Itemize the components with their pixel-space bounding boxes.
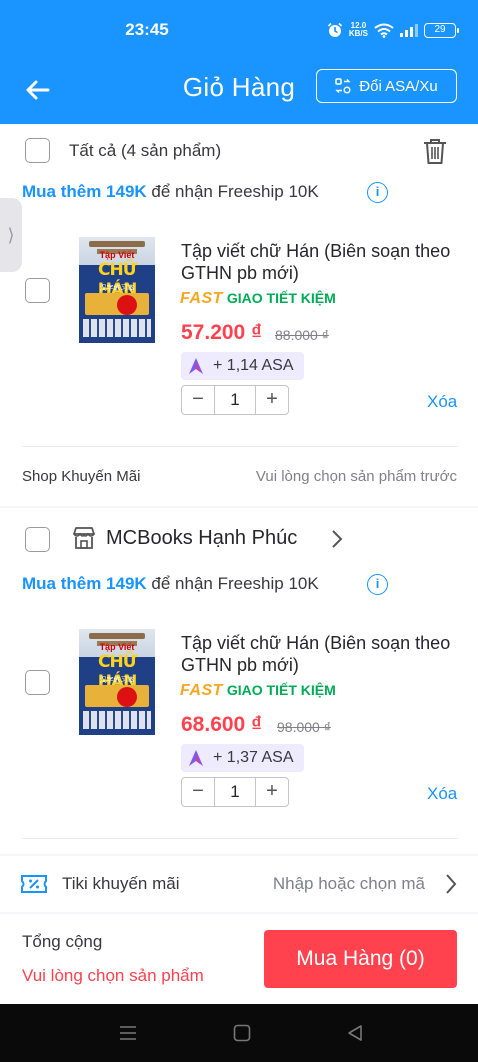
shop-checkbox[interactable] (25, 527, 50, 552)
divider (22, 446, 458, 447)
increase-button[interactable]: + (256, 778, 288, 806)
tiki-promo-row[interactable]: Tiki khuyến mãi Nhập hoặc chọn mã (0, 856, 478, 912)
status-icons: 12.0 KB/S 29 (327, 21, 459, 38)
asa-reward-chip: + 1,37 ASA (181, 744, 304, 772)
total-label: Tổng cộng (22, 932, 103, 951)
asa-icon (189, 358, 203, 374)
product-old-price: 98.000 ₫ (277, 719, 331, 735)
back-triangle-icon[interactable] (347, 1024, 363, 1042)
voucher-icon (21, 875, 47, 893)
divider (22, 838, 458, 839)
shop-name[interactable]: MCBooks Hạnh Phúc (106, 527, 297, 550)
alarm-icon (327, 22, 342, 37)
exchange-icon (335, 78, 351, 94)
home-icon[interactable] (233, 1024, 251, 1042)
product-image[interactable]: Tập Viết CHỮ HÁN 汉字练习本 (79, 629, 155, 735)
wifi-icon (374, 23, 394, 38)
product-checkbox[interactable] (25, 278, 50, 303)
chevron-right-icon[interactable] (330, 529, 344, 549)
info-icon[interactable]: i (367, 182, 388, 203)
product-old-price: 88.000 ₫ (275, 327, 329, 343)
select-all-checkbox[interactable] (25, 138, 50, 163)
shop-promo-label: Shop Khuyến Mãi (22, 468, 141, 485)
exchange-asa-button[interactable]: Đổi ASA/Xu (316, 69, 457, 103)
trash-icon[interactable] (422, 137, 448, 165)
product-name[interactable]: Tập viết chữ Hán (Biên soạn theo GTHN pb… (181, 632, 451, 676)
buy-button[interactable]: Mua Hàng (0) (264, 930, 457, 988)
status-bar: 23:45 12.0 KB/S 29 (0, 0, 478, 62)
decrease-button[interactable]: − (182, 386, 214, 414)
quantity-stepper: − 1 + (181, 385, 289, 415)
chevron-right-icon[interactable] (444, 873, 458, 895)
shop-card-1: Mua thêm 149K để nhận Freeship 10K i Tập… (0, 176, 478, 506)
asa-reward-chip: + 1,14 ASA (181, 352, 304, 380)
menu-icon[interactable] (119, 1025, 137, 1041)
tiki-promo-label: Tiki khuyến mãi (62, 874, 180, 893)
decrease-button[interactable]: − (182, 778, 214, 806)
product-price: 68.600 ₫ (181, 713, 262, 736)
info-icon[interactable]: i (367, 574, 388, 595)
exchange-label: Đổi ASA/Xu (359, 77, 438, 95)
product-image[interactable]: Tập Viết CHỮ HÁN 汉字练习本 (79, 237, 155, 343)
product-checkbox[interactable] (25, 670, 50, 695)
select-all-bar: Tất cả (4 sản phẩm) (0, 124, 478, 176)
asa-icon (189, 750, 203, 766)
signal-icon (400, 23, 418, 37)
increase-button[interactable]: + (256, 386, 288, 414)
select-all-label: Tất cả (4 sản phẩm) (69, 141, 222, 160)
delete-button[interactable]: Xóa (427, 784, 457, 804)
freeship-hint: Mua thêm 149K để nhận Freeship 10K (22, 574, 319, 593)
store-icon (73, 527, 95, 549)
product-name[interactable]: Tập viết chữ Hán (Biên soạn theo GTHN pb… (181, 240, 451, 284)
status-time: 23:45 (125, 20, 169, 39)
tiki-promo-hint[interactable]: Nhập hoặc chọn mã (273, 874, 425, 894)
shop-card-2: MCBooks Hạnh Phúc Mua thêm 149K để nhận … (0, 508, 478, 854)
network-speed: 12.0 KB/S (348, 21, 368, 38)
back-arrow-icon[interactable] (22, 74, 54, 106)
system-nav-bar (0, 1004, 478, 1062)
shop-promo-hint[interactable]: Vui lòng chọn sản phẩm trước (256, 468, 457, 485)
quantity-stepper: − 1 + (181, 777, 289, 807)
total-hint: Vui lòng chọn sản phẩm (22, 966, 204, 985)
battery-icon: 29 (424, 22, 459, 38)
product-price: 57.200 ₫ (181, 321, 262, 344)
shipping-badge: FAST GIAO TIẾT KIỆM (180, 682, 336, 699)
freeship-hint: Mua thêm 149K để nhận Freeship 10K (22, 182, 319, 201)
shipping-badge: FAST GIAO TIẾT KIỆM (180, 290, 336, 307)
quantity-value[interactable]: 1 (214, 386, 256, 414)
app-header: Giỏ Hàng Đổi ASA/Xu (0, 62, 478, 124)
delete-button[interactable]: Xóa (427, 392, 457, 412)
side-drawer-handle[interactable]: ⟩ (0, 198, 22, 272)
quantity-value[interactable]: 1 (214, 778, 256, 806)
